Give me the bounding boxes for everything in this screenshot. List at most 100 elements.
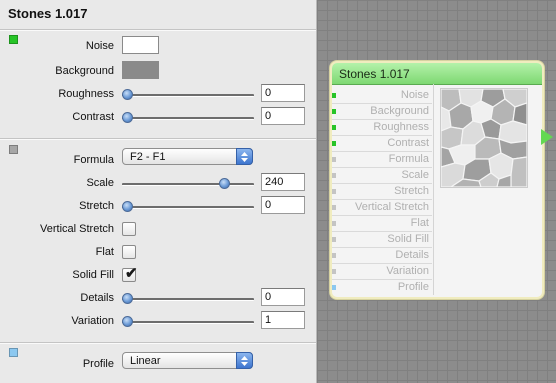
scale-label: Scale	[86, 177, 114, 189]
input-port-icon[interactable]	[332, 173, 336, 178]
slider-track	[122, 94, 254, 97]
details-slider[interactable]	[122, 293, 254, 305]
inspector-panel: Stones 1.017 Noise Background Roughness …	[0, 0, 317, 383]
slider-track	[122, 206, 254, 209]
input-port-icon[interactable]	[332, 157, 336, 162]
vertical-stretch-checkbox[interactable]	[122, 222, 136, 236]
node-input-separator	[332, 183, 432, 184]
node-divider	[433, 84, 434, 295]
node-input-separator	[332, 215, 432, 216]
node-input-separator	[332, 167, 432, 168]
variation-field[interactable]: 1	[261, 311, 305, 329]
node-input-label: Solid Fill	[387, 233, 429, 245]
stretch-slider[interactable]	[122, 201, 254, 213]
node-input-separator	[332, 151, 432, 152]
profile-label: Profile	[82, 358, 114, 370]
node-header[interactable]: Stones 1.017	[332, 63, 542, 85]
node-input-separator	[332, 279, 432, 280]
divider	[0, 138, 316, 140]
details-label: Details	[80, 292, 114, 304]
stretch-field[interactable]: 0	[261, 196, 305, 214]
contrast-label: Contrast	[72, 111, 114, 123]
node-input-label: Formula	[388, 153, 429, 165]
node-input-separator	[332, 199, 432, 200]
group-indicator-color	[9, 145, 18, 154]
flat-label: Flat	[95, 246, 114, 258]
scale-slider[interactable]	[122, 178, 254, 190]
slider-track	[122, 298, 254, 301]
slider-track	[122, 183, 254, 186]
flat-checkbox[interactable]	[122, 245, 136, 259]
background-color-well[interactable]	[122, 61, 159, 79]
input-port-icon[interactable]	[332, 269, 336, 274]
divider	[0, 342, 316, 344]
node-input-label: Flat	[410, 217, 429, 229]
contrast-field[interactable]: 0	[261, 107, 305, 125]
checkmark-icon: ✔	[125, 265, 138, 282]
node-input-separator	[332, 135, 432, 136]
slider-knob[interactable]	[122, 201, 133, 212]
scale-field[interactable]: 240	[261, 173, 305, 191]
solid-fill-label: Solid Fill	[72, 269, 114, 281]
slider-knob[interactable]	[219, 178, 230, 189]
roughness-slider[interactable]	[122, 89, 254, 101]
popup-arrows-icon	[236, 148, 253, 165]
popup-arrows-icon	[236, 352, 253, 369]
profile-popup[interactable]: Linear	[122, 352, 253, 369]
input-port-icon[interactable]	[332, 237, 336, 242]
noise-color-well[interactable]	[122, 36, 159, 54]
solid-fill-checkbox[interactable]: ✔	[122, 265, 138, 282]
node-input-label: Background	[370, 105, 429, 117]
node-input-label: Details	[395, 249, 429, 261]
profile-selected: Linear	[130, 355, 161, 367]
roughness-label: Roughness	[58, 88, 114, 100]
formula-label: Formula	[73, 154, 114, 166]
roughness-field[interactable]: 0	[261, 84, 305, 102]
node-input-label: Roughness	[373, 121, 429, 133]
background-label: Background	[55, 65, 114, 77]
node-input-label: Contrast	[387, 137, 429, 149]
group-indicator-color	[9, 35, 18, 44]
node-input-label: Noise	[400, 89, 429, 101]
node-input-separator	[332, 103, 432, 104]
input-port-icon[interactable]	[332, 285, 336, 290]
divider	[0, 29, 316, 31]
slider-knob[interactable]	[122, 316, 133, 327]
node-input-label: Vertical Stretch	[355, 201, 429, 213]
node-input-separator	[332, 263, 432, 264]
input-port-icon[interactable]	[332, 125, 336, 130]
stones-texture-preview	[440, 88, 528, 188]
variation-slider[interactable]	[122, 316, 254, 328]
node-input-separator	[332, 247, 432, 248]
input-port-icon[interactable]	[332, 93, 336, 98]
slider-knob[interactable]	[122, 293, 133, 304]
node-input-label: Scale	[401, 169, 429, 181]
slider-track	[122, 321, 254, 324]
slider-track	[122, 117, 254, 120]
node-title: Stones 1.017	[339, 67, 410, 81]
slider-knob[interactable]	[122, 112, 133, 123]
output-port-icon[interactable]	[541, 129, 553, 145]
noise-label: Noise	[85, 40, 114, 52]
variation-label: Variation	[71, 315, 114, 327]
input-port-icon[interactable]	[332, 189, 336, 194]
slider-knob[interactable]	[122, 89, 133, 100]
node-input-label: Stretch	[394, 185, 429, 197]
node-input-label: Profile	[397, 281, 429, 293]
group-indicator-color	[9, 348, 18, 357]
input-port-icon[interactable]	[332, 109, 336, 114]
node-input-label: Variation	[386, 265, 429, 277]
formula-selected: F2 - F1	[130, 151, 166, 163]
input-port-icon[interactable]	[332, 205, 336, 210]
contrast-slider[interactable]	[122, 112, 254, 124]
stretch-label: Stretch	[79, 200, 114, 212]
input-port-icon[interactable]	[332, 253, 336, 258]
input-port-icon[interactable]	[332, 141, 336, 146]
details-field[interactable]: 0	[261, 288, 305, 306]
vertical-stretch-label: Vertical Stretch	[40, 223, 114, 235]
input-port-icon[interactable]	[332, 221, 336, 226]
node-input-separator	[332, 119, 432, 120]
node-input-separator	[332, 231, 432, 232]
formula-popup[interactable]: F2 - F1	[122, 148, 253, 165]
panel-title: Stones 1.017	[8, 6, 88, 21]
